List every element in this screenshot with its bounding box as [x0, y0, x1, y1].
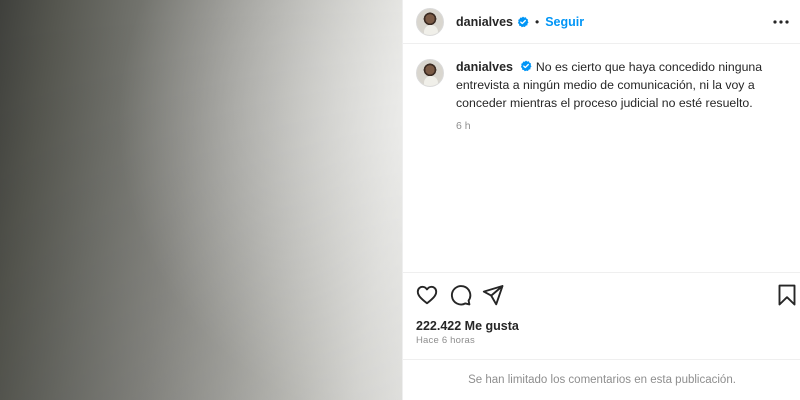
avatar[interactable] — [416, 7, 444, 36]
divider — [403, 272, 800, 273]
follow-button[interactable]: Seguir — [545, 15, 584, 29]
caption: danialves No es cierto que haya concedid… — [416, 58, 791, 132]
caption-username[interactable]: danialves — [456, 60, 513, 74]
post-time[interactable]: Hace 6 horas — [416, 335, 475, 346]
caption-avatar[interactable] — [416, 59, 444, 87]
send-icon[interactable] — [481, 283, 505, 307]
verified-badge-icon — [520, 60, 532, 72]
likes-count[interactable]: 222.422 Me gusta — [416, 319, 519, 333]
post-image[interactable] — [0, 0, 402, 400]
post-side-panel: danialves • Seguir danialves No es ciert… — [402, 0, 800, 400]
caption-text-block: danialves No es cierto que haya concedid… — [456, 58, 786, 112]
header-username[interactable]: danialves — [456, 15, 513, 29]
heart-icon[interactable] — [415, 283, 439, 307]
post-header: danialves • Seguir — [403, 0, 800, 44]
separator-dot: • — [534, 14, 540, 29]
comments-limited-notice: Se han limitado los comentarios en esta … — [468, 374, 736, 386]
action-bar — [415, 283, 796, 309]
bookmark-icon[interactable] — [775, 283, 799, 307]
verified-badge-icon — [517, 16, 529, 28]
caption-timestamp[interactable]: 6 h — [456, 120, 786, 132]
more-options-icon[interactable] — [773, 14, 789, 30]
caption-body: danialves No es cierto que haya concedid… — [456, 58, 786, 132]
comment-icon[interactable] — [448, 283, 472, 307]
